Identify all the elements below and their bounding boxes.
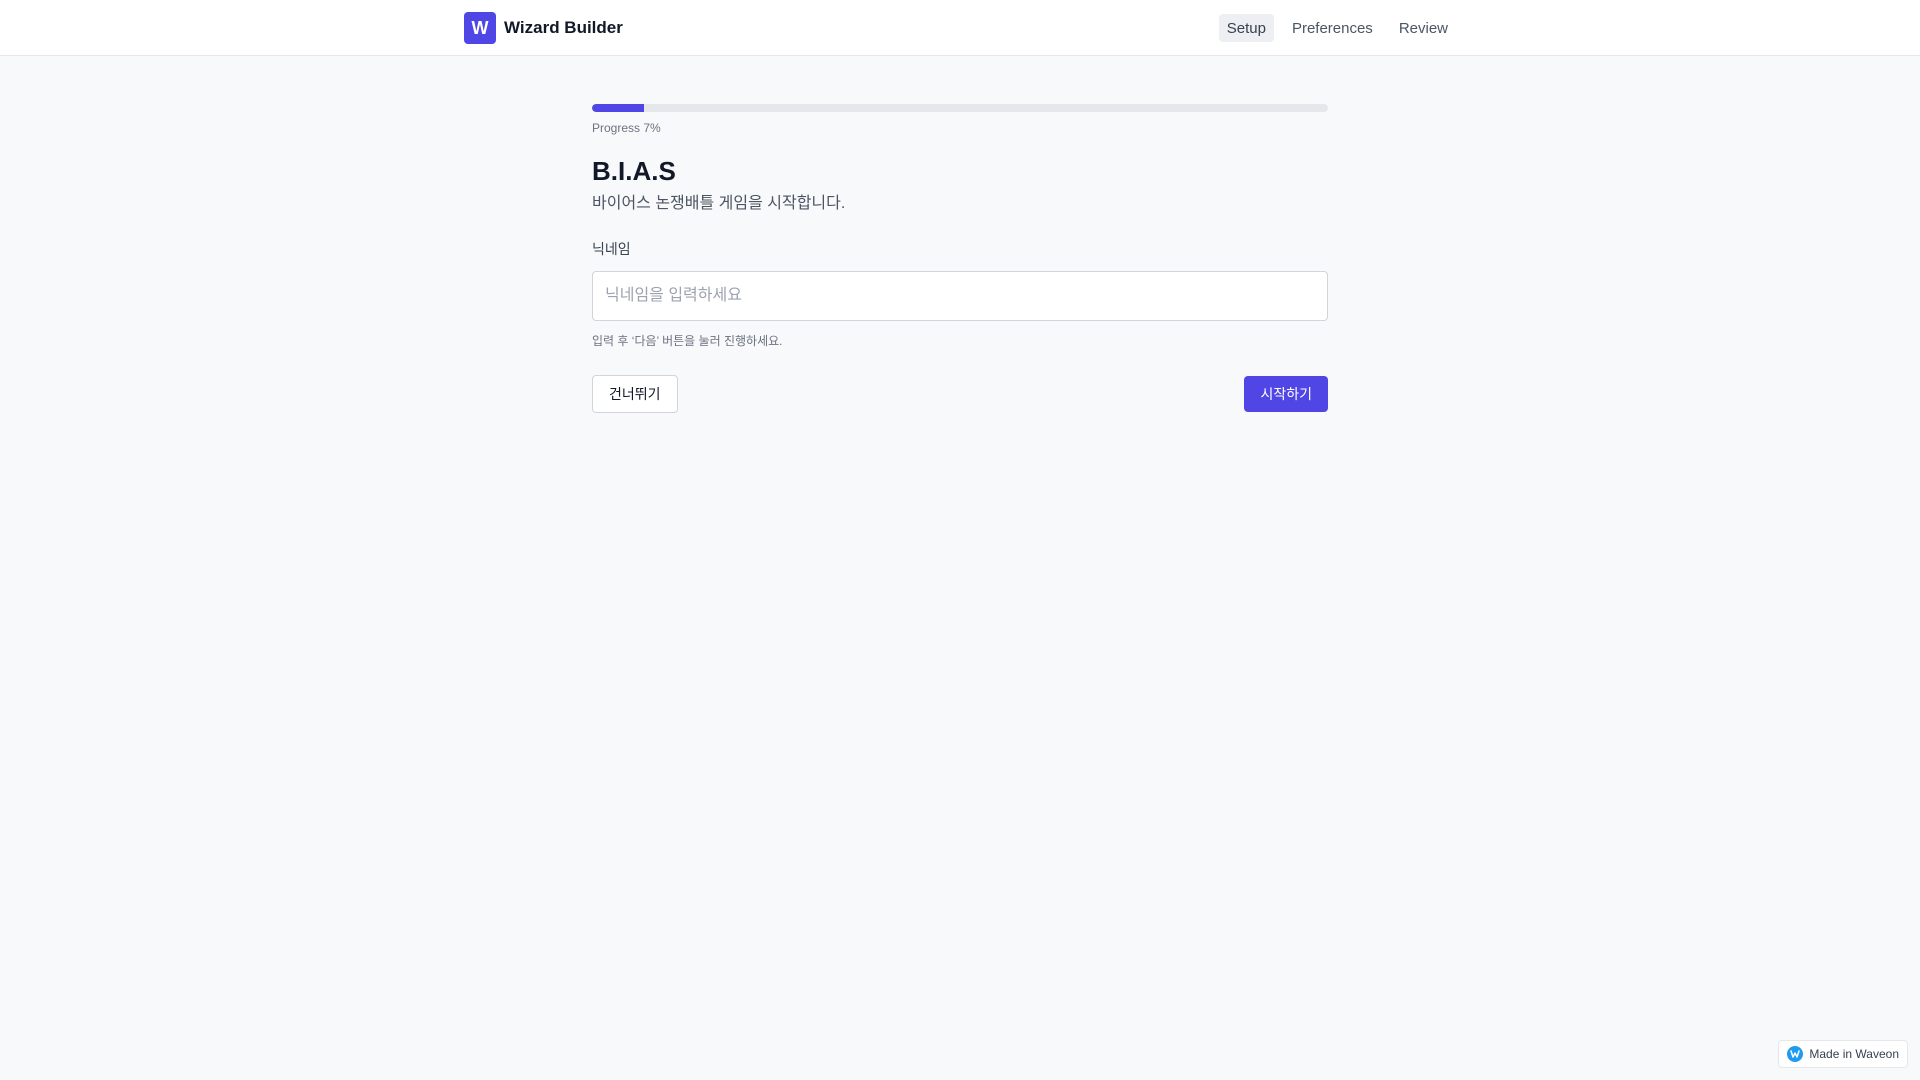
page-subtitle: 바이어스 논쟁배틀 게임을 시작합니다. — [592, 195, 846, 212]
wizard-step: Progress 7% B.I.A.S 바이어스 논쟁배틀 게임을 시작합니다.… — [592, 104, 1328, 413]
page-title: B.I.A.S — [592, 156, 676, 186]
badge-label: Made in Waveon — [1809, 1047, 1899, 1061]
made-in-waveon-badge[interactable]: Made in Waveon — [1778, 1040, 1908, 1068]
nav-item-preferences[interactable]: Preferences — [1284, 14, 1381, 42]
nickname-label: 닉네임 — [592, 241, 631, 257]
step-actions: 건너뛰기 시작하기 — [592, 375, 1328, 413]
progress-bar-fill — [592, 104, 644, 112]
app-logo: W — [464, 12, 496, 44]
progress-bar — [592, 104, 1328, 112]
brand[interactable]: W Wizard Builder — [464, 12, 623, 44]
progress-label: Progress 7% — [592, 121, 661, 135]
start-button[interactable]: 시작하기 — [1244, 376, 1328, 412]
skip-button[interactable]: 건너뛰기 — [592, 375, 678, 413]
waveon-logo-icon — [1787, 1046, 1804, 1062]
top-bar: W Wizard Builder Setup Preferences Revie… — [0, 0, 1920, 56]
nickname-input[interactable] — [592, 271, 1328, 321]
nav-item-setup[interactable]: Setup — [1218, 14, 1274, 42]
helper-text: 입력 후 ‘다음’ 버튼을 눌러 진행하세요. — [592, 334, 783, 348]
nav-item-review[interactable]: Review — [1391, 14, 1456, 42]
top-nav: Setup Preferences Review — [1218, 14, 1456, 42]
app-title: Wizard Builder — [504, 18, 623, 37]
